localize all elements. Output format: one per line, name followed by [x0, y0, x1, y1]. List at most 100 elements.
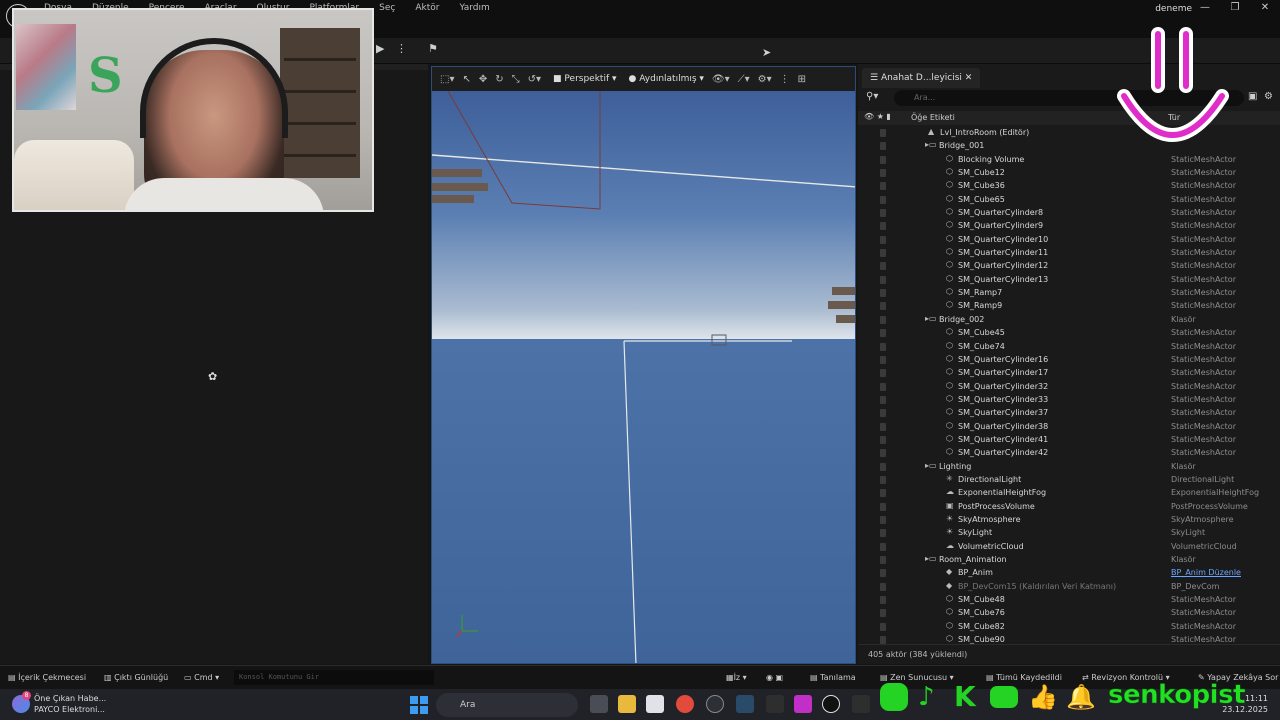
layout-icon[interactable]: ⊞ [798, 74, 806, 85]
visibility-toggle-icon[interactable] [880, 636, 886, 645]
outliner-row[interactable]: ☀ SkyAtmosphere SkyAtmosphere [858, 514, 1280, 527]
record-icon[interactable]: ◉ ▣ [766, 673, 783, 682]
visibility-toggle-icon[interactable] [880, 155, 886, 164]
menu-actor[interactable]: Aktör [415, 3, 439, 13]
visibility-toggle-icon[interactable] [880, 395, 886, 404]
outliner-row[interactable]: ⬡ SM_QuarterCylinder10 StaticMeshActor [858, 234, 1280, 247]
lighting-dropdown[interactable]: ● Aydınlatılmış ▾ [629, 74, 704, 84]
visibility-toggle-icon[interactable] [880, 462, 886, 471]
visibility-toggle-icon[interactable] [880, 435, 886, 444]
add-folder-icon[interactable]: ▣ [1248, 91, 1257, 102]
outliner-row[interactable]: ⬡ SM_QuarterCylinder13 StaticMeshActor [858, 274, 1280, 287]
snap-icon[interactable]: ↺▾ [528, 74, 541, 85]
unreal-engine-icon[interactable] [822, 695, 840, 713]
cmd-dropdown[interactable]: ▭ Cmd ▾ [184, 673, 219, 682]
visibility-toggle-icon[interactable] [880, 556, 886, 564]
news-widget[interactable]: Öne Çıkan Habe... PAYCO Elektroni... [34, 693, 106, 715]
outliner-settings-icon[interactable]: ⚙ [1264, 91, 1273, 102]
close-button[interactable]: ✕ [1250, 0, 1280, 16]
visibility-toggle-icon[interactable] [880, 529, 886, 538]
epic-launcher-icon[interactable] [852, 695, 870, 713]
menu-help[interactable]: Yardım [459, 3, 489, 13]
outliner-row[interactable]: ⬡ SM_Cube48 StaticMeshActor [858, 594, 1280, 607]
visibility-toggle-icon[interactable] [880, 596, 886, 605]
visibility-toggle-icon[interactable] [880, 169, 886, 178]
outliner-row[interactable]: ⬡ SM_Cube74 StaticMeshActor [858, 341, 1280, 354]
visibility-toggle-icon[interactable] [880, 422, 886, 431]
file-explorer-icon[interactable] [618, 695, 636, 713]
outliner-row[interactable]: ⬡ Blocking Volume StaticMeshActor [858, 154, 1280, 167]
select-icon[interactable]: ↖ [462, 74, 470, 85]
visibility-toggle-icon[interactable] [880, 302, 886, 311]
task-view-icon[interactable] [590, 695, 608, 713]
visibility-toggle-icon[interactable] [880, 262, 886, 271]
outliner-row[interactable]: ⬡ SM_Cube76 StaticMeshActor [858, 607, 1280, 620]
outliner-row[interactable]: ☀ SkyLight SkyLight [858, 527, 1280, 540]
outliner-row[interactable]: ⬡ SM_QuarterCylinder16 StaticMeshActor [858, 354, 1280, 367]
viewport-menu-icon[interactable]: ⋮ [780, 74, 790, 85]
rotate-icon[interactable]: ↻ [495, 74, 503, 85]
outliner-folder-row[interactable]: ▸▭ Room_Animation Klasör [858, 554, 1280, 567]
outliner-row[interactable]: ⬡ SM_QuarterCylinder42 StaticMeshActor [858, 447, 1280, 460]
visibility-toggle-icon[interactable] [880, 129, 886, 137]
visibility-toggle-icon[interactable] [880, 355, 886, 364]
visibility-toggle-icon[interactable] [880, 209, 886, 218]
outliner-row[interactable]: ⬡ SM_Cube36 StaticMeshActor [858, 180, 1280, 193]
visibility-toggle-icon[interactable] [880, 195, 886, 204]
chrome-icon[interactable] [676, 695, 694, 713]
visibility-toggle-icon[interactable] [880, 515, 886, 524]
visibility-toggle-icon[interactable] [880, 502, 886, 511]
outliner-row[interactable]: ⬡ SM_QuarterCylinder37 StaticMeshActor [858, 407, 1280, 420]
outliner-row[interactable]: ⬡ SM_QuarterCylinder8 StaticMeshActor [858, 207, 1280, 220]
outliner-row[interactable]: ⬡ SM_QuarterCylinder41 StaticMeshActor [858, 434, 1280, 447]
outliner-row[interactable]: ⬡ SM_Cube45 StaticMeshActor [858, 327, 1280, 340]
maximize-button[interactable]: ❐ [1220, 0, 1250, 16]
store-icon[interactable] [646, 695, 664, 713]
visibility-toggle-icon[interactable] [880, 609, 886, 618]
visibility-toggle-icon[interactable] [880, 329, 886, 338]
visibility-toggle-icon[interactable] [880, 342, 886, 351]
console-input[interactable]: Konsol Komutunu Gir [234, 670, 434, 685]
visibility-toggle-icon[interactable] [880, 182, 886, 191]
github-icon[interactable] [706, 695, 724, 713]
output-log-button[interactable]: ▥ Çıktı Günlüğü [104, 673, 168, 682]
perspective-dropdown[interactable]: ■ Perspektif ▾ [553, 74, 616, 84]
visibility-toggle-icon[interactable] [880, 315, 886, 324]
outliner-row-type[interactable]: BP_Anim Düzenle [1171, 568, 1241, 577]
visibility-toggle-icon[interactable] [880, 249, 886, 258]
outliner-row[interactable]: ◆ BP_Anim BP_Anim Düzenle [858, 567, 1280, 580]
visibility-toggle-icon[interactable] [880, 235, 886, 244]
minimize-button[interactable]: — [1190, 0, 1220, 16]
epic-games-icon[interactable] [766, 695, 784, 713]
outliner-row[interactable]: ⬡ SM_Ramp9 StaticMeshActor [858, 300, 1280, 313]
trace-button[interactable]: ▦İz ▾ [726, 673, 747, 682]
outliner-folder-row[interactable]: ▸▭ Lighting Klasör [858, 461, 1280, 474]
more-options-icon[interactable]: ⋮ [396, 42, 407, 55]
obs-icon[interactable] [794, 695, 812, 713]
outliner-row[interactable]: ▣ PostProcessVolume PostProcessVolume [858, 501, 1280, 514]
outliner-row[interactable]: ✳ DirectionalLight DirectionalLight [858, 474, 1280, 487]
visibility-toggle-icon[interactable] [880, 622, 886, 631]
start-button-icon[interactable] [410, 696, 428, 714]
outliner-row[interactable]: ⬡ SM_QuarterCylinder38 StaticMeshActor [858, 421, 1280, 434]
visibility-toggle-icon[interactable] [880, 222, 886, 231]
outliner-row[interactable]: ⬡ SM_QuarterCylinder12 StaticMeshActor [858, 260, 1280, 273]
scale-icon[interactable]: ⤡ [512, 74, 520, 85]
outliner-row[interactable]: ⬡ SM_QuarterCylinder32 StaticMeshActor [858, 381, 1280, 394]
label-column-header[interactable]: Öğe Etiketi [911, 113, 955, 122]
menu-select[interactable]: Seç [379, 3, 395, 13]
outliner-row[interactable]: ⬡ SM_Cube82 StaticMeshActor [858, 621, 1280, 634]
visibility-toggle-icon[interactable] [880, 142, 886, 151]
visibility-toggle-icon[interactable] [880, 569, 886, 578]
visibility-toggle-icon[interactable] [880, 275, 886, 284]
outliner-row[interactable]: ⬡ SM_QuarterCylinder33 StaticMeshActor [858, 394, 1280, 407]
outliner-row[interactable]: ◆ BP_DevCom15 (Kaldırılan Veri Katmanı) BP… [858, 581, 1280, 594]
visibility-toggle-icon[interactable] [880, 489, 886, 498]
select-mode-icon[interactable]: ⬚▾ [440, 74, 454, 85]
diagnostics-button[interactable]: ▤ Tanılama [810, 673, 856, 682]
visibility-toggle-icon[interactable] [880, 449, 886, 458]
visibility-toggle-icon[interactable] [880, 542, 886, 551]
visibility-toggle-icon[interactable] [880, 582, 886, 591]
outliner-row[interactable]: ☁ ExponentialHeightFog ExponentialHeightFo… [858, 487, 1280, 500]
settings-icon[interactable]: ⚙▾ [758, 74, 772, 85]
